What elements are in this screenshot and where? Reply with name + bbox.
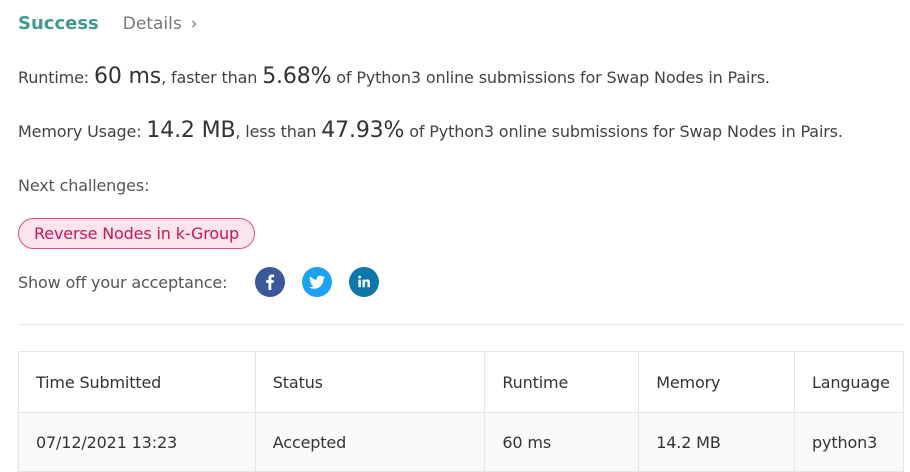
memory-percent: 47.93% (321, 118, 405, 143)
twitter-glyph (309, 275, 325, 289)
cell-memory: 14.2 MB (638, 412, 795, 472)
next-challenges-label: Next challenges: (18, 176, 150, 195)
runtime-label: Runtime: (18, 68, 90, 87)
result-header: Success Details › (18, 13, 198, 34)
facebook-icon[interactable] (255, 267, 285, 297)
runtime-suffix: of Python3 online submissions for Swap N… (336, 68, 770, 87)
table-row: 07/12/2021 13:23 Accepted 60 ms 14.2 MB … (18, 412, 904, 472)
memory-label: Memory Usage: (18, 122, 142, 141)
details-link-label: Details (122, 14, 182, 34)
cell-runtime: 60 ms (484, 412, 640, 472)
runtime-line: Runtime: 60 ms, faster than 5.68% of Pyt… (18, 64, 770, 89)
linkedin-icon[interactable] (349, 267, 379, 297)
cell-language: python3 (794, 412, 904, 472)
table-header-row: Time Submitted Status Runtime Memory Lan… (18, 351, 904, 413)
memory-line: Memory Usage: 14.2 MB, less than 47.93% … (18, 118, 843, 143)
submissions-table: Time Submitted Status Runtime Memory Lan… (18, 351, 904, 472)
cell-time-submitted: 07/12/2021 13:23 (18, 412, 256, 472)
runtime-percent: 5.68% (262, 64, 332, 89)
header-runtime[interactable]: Runtime (484, 351, 640, 413)
runtime-comparison: , faster than (161, 68, 258, 87)
share-label: Show off your acceptance: (18, 273, 228, 292)
header-status[interactable]: Status (254, 351, 486, 413)
section-divider (18, 324, 904, 325)
runtime-value: 60 ms (93, 64, 162, 89)
details-link[interactable]: Details › (123, 14, 198, 34)
memory-value: 14.2 MB (146, 118, 236, 143)
linkedin-glyph (358, 275, 370, 288)
facebook-glyph (266, 274, 275, 290)
challenge-tag-reverse-nodes[interactable]: Reverse Nodes in k-Group (18, 218, 255, 249)
header-language[interactable]: Language (794, 351, 904, 413)
header-memory[interactable]: Memory (638, 351, 795, 413)
memory-suffix: of Python3 online submissions for Swap N… (409, 122, 843, 141)
memory-comparison: , less than (235, 122, 317, 141)
twitter-icon[interactable] (302, 267, 332, 297)
header-time-submitted[interactable]: Time Submitted (18, 351, 256, 413)
chevron-right-icon: › (190, 14, 198, 34)
status-success: Success (18, 13, 99, 34)
cell-status-accepted[interactable]: Accepted (254, 412, 486, 472)
